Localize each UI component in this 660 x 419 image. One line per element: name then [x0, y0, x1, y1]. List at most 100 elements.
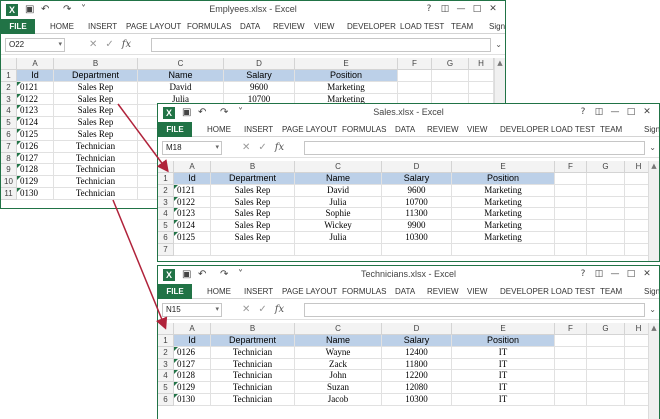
tab-insert[interactable]: INSERT: [244, 122, 273, 137]
column-header-f[interactable]: F: [555, 323, 587, 335]
table-cell[interactable]: 0122: [17, 93, 54, 106]
header-cell[interactable]: [587, 335, 625, 347]
tab-view[interactable]: VIEW: [467, 284, 487, 299]
tab-sign[interactable]: Sign: [644, 122, 659, 137]
header-cell[interactable]: [398, 70, 432, 82]
tab-review[interactable]: REVIEW: [273, 19, 305, 34]
row-header[interactable]: 11: [1, 188, 17, 200]
row-header[interactable]: 4: [158, 370, 174, 383]
table-cell[interactable]: 10300: [382, 394, 452, 406]
tab-developer[interactable]: DEVELOPER: [500, 284, 549, 299]
table-cell[interactable]: Zack: [295, 358, 382, 371]
column-header-a[interactable]: A: [17, 58, 54, 70]
tab-file[interactable]: FILE: [158, 122, 192, 137]
tab-home[interactable]: HOME: [207, 284, 231, 299]
table-cell[interactable]: [295, 243, 382, 256]
ribbon-display-icon[interactable]: ◫: [591, 268, 607, 281]
table-cell[interactable]: IT: [452, 346, 555, 359]
header-cell[interactable]: [555, 173, 587, 185]
row-header[interactable]: 1: [1, 70, 17, 82]
table-cell[interactable]: [555, 346, 587, 359]
column-header-b[interactable]: B: [54, 58, 138, 70]
table-cell[interactable]: Marketing: [295, 81, 398, 94]
cancel-icon[interactable]: ✕: [242, 142, 250, 153]
tab-page-layout[interactable]: PAGE LAYOUT: [282, 284, 337, 299]
table-cell[interactable]: [452, 243, 555, 256]
header-cell[interactable]: Department: [54, 70, 138, 82]
select-all-corner[interactable]: [158, 161, 174, 173]
expand-formula-bar-icon[interactable]: ⌄: [649, 141, 656, 155]
table-cell[interactable]: 0126: [17, 140, 54, 153]
header-cell[interactable]: Salary: [382, 335, 452, 347]
minimize-icon[interactable]: —: [453, 3, 469, 16]
help-icon[interactable]: ?: [575, 106, 591, 119]
row-header[interactable]: 3: [158, 196, 174, 209]
undo-icon[interactable]: ↶: [198, 106, 206, 120]
table-cell[interactable]: Marketing: [452, 232, 555, 244]
maximize-icon[interactable]: □: [623, 268, 639, 281]
cancel-icon[interactable]: ✕: [89, 39, 97, 50]
row-header[interactable]: 6: [1, 129, 17, 141]
table-cell[interactable]: 0130: [174, 394, 211, 406]
column-header-b[interactable]: B: [211, 161, 295, 173]
chevron-down-icon[interactable]: ▾: [58, 39, 62, 51]
tab-page-layout[interactable]: PAGE LAYOUT: [126, 19, 181, 34]
tab-insert[interactable]: INSERT: [244, 284, 273, 299]
table-cell[interactable]: [174, 243, 211, 256]
column-header-h[interactable]: H: [469, 58, 494, 70]
table-cell[interactable]: 0129: [17, 176, 54, 188]
table-cell[interactable]: Technician: [211, 382, 295, 394]
table-cell[interactable]: David: [138, 81, 224, 94]
table-cell[interactable]: [382, 243, 452, 256]
table-cell[interactable]: [211, 243, 295, 256]
table-cell[interactable]: 0129: [174, 382, 211, 394]
column-header-g[interactable]: G: [587, 323, 625, 335]
row-header[interactable]: 2: [158, 346, 174, 359]
enter-icon[interactable]: ✓: [105, 39, 113, 50]
table-cell[interactable]: [587, 232, 625, 244]
header-cell[interactable]: Position: [452, 173, 555, 185]
table-cell[interactable]: Sales Rep: [54, 81, 138, 94]
table-cell[interactable]: 11800: [382, 358, 452, 371]
table-cell[interactable]: 10300: [382, 232, 452, 244]
table-cell[interactable]: 9900: [382, 220, 452, 232]
close-icon[interactable]: ✕: [639, 268, 655, 281]
header-cell[interactable]: Id: [174, 173, 211, 185]
undo-icon[interactable]: ↶: [198, 268, 206, 282]
header-cell[interactable]: Salary: [224, 70, 295, 82]
maximize-icon[interactable]: □: [623, 106, 639, 119]
table-cell[interactable]: [587, 370, 625, 383]
row-header[interactable]: 5: [158, 220, 174, 232]
column-header-c[interactable]: C: [295, 161, 382, 173]
table-cell[interactable]: 9600: [382, 184, 452, 197]
tab-formulas[interactable]: FORMULAS: [187, 19, 231, 34]
row-header[interactable]: 9: [1, 164, 17, 177]
column-header-c[interactable]: C: [295, 323, 382, 335]
table-cell[interactable]: [587, 346, 625, 359]
header-cell[interactable]: Name: [138, 70, 224, 82]
column-header-g[interactable]: G: [587, 161, 625, 173]
table-cell[interactable]: Sales Rep: [211, 220, 295, 232]
minimize-icon[interactable]: —: [607, 106, 623, 119]
table-cell[interactable]: 0128: [174, 370, 211, 383]
table-cell[interactable]: Technician: [54, 176, 138, 188]
table-cell[interactable]: Suzan: [295, 382, 382, 394]
table-cell[interactable]: [555, 370, 587, 383]
table-cell[interactable]: [469, 81, 494, 94]
excel-window-sales[interactable]: X ▣ ↶ ↷ ˅ Sales.xlsx - Excel? ◫ — □ ✕ FILE HOME INSE…: [157, 103, 660, 262]
column-header-f[interactable]: F: [555, 161, 587, 173]
column-header-b[interactable]: B: [211, 323, 295, 335]
scroll-up-icon[interactable]: ▲: [495, 58, 505, 69]
table-cell[interactable]: 12400: [382, 346, 452, 359]
redo-icon[interactable]: ↷: [63, 3, 71, 17]
table-cell[interactable]: Sales Rep: [211, 208, 295, 221]
tab-sign[interactable]: Sign: [644, 284, 659, 299]
tab-insert[interactable]: INSERT: [88, 19, 117, 34]
name-box[interactable]: M18 ▾: [162, 141, 222, 155]
row-header[interactable]: 8: [1, 152, 17, 165]
tab-home[interactable]: HOME: [207, 122, 231, 137]
formula-input[interactable]: [304, 303, 645, 317]
table-cell[interactable]: [432, 81, 469, 94]
table-cell[interactable]: 0127: [174, 358, 211, 371]
tab-load-test[interactable]: LOAD TEST: [551, 284, 595, 299]
